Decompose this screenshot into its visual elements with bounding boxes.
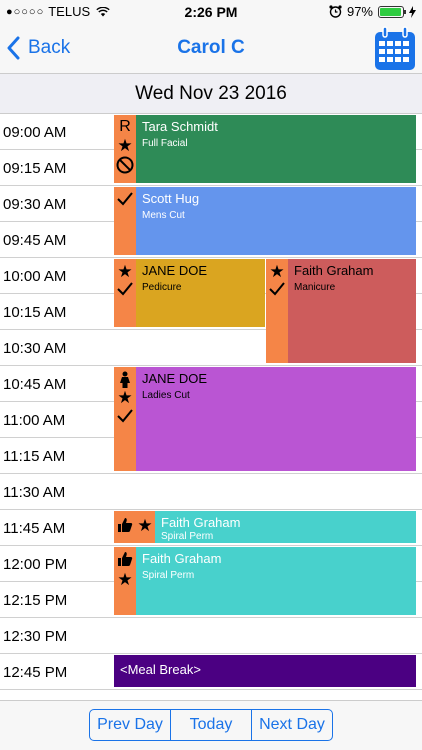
star-icon: ★ bbox=[117, 262, 133, 281]
time-slot-label: 11:45 AM bbox=[3, 520, 66, 537]
appointment-details: <Meal Break> bbox=[114, 655, 416, 687]
appointment-status-icons: ★ bbox=[114, 511, 155, 543]
service-name: Spiral Perm bbox=[161, 531, 214, 542]
service-name: Pedicure bbox=[142, 282, 182, 293]
today-button[interactable]: Today bbox=[170, 710, 251, 740]
time-slot-label: 12:45 PM bbox=[3, 664, 68, 681]
appointment-details: Tara Schmidt Full Facial bbox=[136, 115, 416, 183]
appointment-block[interactable]: R ★ Tara Schmidt Full Facial bbox=[114, 115, 416, 183]
client-name: Faith Graham bbox=[161, 515, 241, 530]
appointment-block[interactable]: Scott Hug Mens Cut bbox=[114, 187, 416, 255]
time-slot-label: 09:00 AM bbox=[3, 124, 67, 141]
service-name: Manicure bbox=[294, 282, 336, 293]
meal-break-block[interactable]: <Meal Break> bbox=[114, 655, 416, 687]
charging-icon bbox=[409, 5, 416, 18]
time-slot-label: 10:15 AM bbox=[3, 304, 67, 321]
date-header: Wed Nov 23 2016 bbox=[0, 74, 422, 114]
star-icon: ★ bbox=[137, 516, 153, 535]
service-name: Mens Cut bbox=[142, 210, 185, 221]
client-name: Faith Graham bbox=[142, 551, 222, 566]
battery-percent: 97% bbox=[346, 4, 373, 19]
time-slot-row[interactable]: 11:30 AM bbox=[0, 474, 422, 510]
appointment-block[interactable]: ★ Faith Graham Spiral Perm bbox=[114, 547, 416, 615]
appointment-block[interactable]: ★ Faith Graham Spiral Perm bbox=[114, 511, 416, 543]
client-name: JANE DOE bbox=[142, 371, 208, 386]
time-slot-label: 11:15 AM bbox=[3, 448, 66, 465]
appointment-status-icons: ★ bbox=[114, 547, 136, 615]
time-slot-label: 12:15 PM bbox=[3, 592, 68, 609]
appointment-status-icons: ★ bbox=[114, 367, 136, 471]
day-navigation-control: Prev Day Today Next Day bbox=[89, 709, 333, 741]
alarm-icon bbox=[329, 5, 342, 18]
appointment-status-icons bbox=[114, 187, 136, 255]
appointment-details: Faith Graham Manicure bbox=[288, 259, 416, 363]
appointment-details: JANE DOE Pedicure bbox=[136, 259, 265, 327]
star-icon: ★ bbox=[117, 388, 133, 407]
time-slot-label: 10:00 AM bbox=[3, 268, 67, 285]
navigation-bar: Back Carol C bbox=[0, 24, 422, 74]
calendar-icon bbox=[375, 26, 415, 70]
star-icon: ★ bbox=[117, 570, 133, 589]
checkmark-icon bbox=[116, 281, 134, 301]
status-right: 97% bbox=[329, 4, 416, 19]
prev-day-button[interactable]: Prev Day bbox=[90, 710, 170, 740]
time-slot-label: 12:30 PM bbox=[3, 628, 68, 645]
appointment-details: JANE DOE Ladies Cut bbox=[136, 367, 416, 471]
appointment-block[interactable]: ★ Faith Graham Manicure bbox=[266, 259, 416, 363]
appointment-status-icons: ★ bbox=[266, 259, 288, 363]
checkmark-icon bbox=[268, 281, 286, 301]
next-day-button[interactable]: Next Day bbox=[251, 710, 332, 740]
time-slot-label: 10:30 AM bbox=[3, 340, 67, 357]
page-title: Carol C bbox=[177, 37, 245, 58]
time-slot-label: 12:00 PM bbox=[3, 556, 68, 573]
battery-level bbox=[380, 7, 402, 16]
client-name: Faith Graham bbox=[294, 263, 374, 278]
calendar-button[interactable] bbox=[374, 26, 416, 77]
no-show-icon bbox=[116, 156, 134, 178]
service-name: Spiral Perm bbox=[142, 570, 195, 581]
client-name: Scott Hug bbox=[142, 191, 200, 206]
time-slot-label: 09:15 AM bbox=[3, 160, 67, 177]
appointment-status-icons: R ★ bbox=[114, 115, 136, 183]
time-slot-row[interactable]: 12:30 PM bbox=[0, 618, 422, 654]
service-name: Full Facial bbox=[142, 138, 188, 149]
appointment-block[interactable]: ★ JANE DOE Ladies Cut bbox=[114, 367, 416, 471]
time-slot-label: 11:00 AM bbox=[3, 412, 66, 429]
client-name: Tara Schmidt bbox=[142, 119, 218, 134]
appointment-status-icons: ★ bbox=[114, 259, 136, 327]
appointment-details: Scott Hug Mens Cut bbox=[136, 187, 416, 255]
checkmark-icon bbox=[116, 408, 134, 428]
status-bar: ●○○○○ TELUS 2:26 PM 97% bbox=[0, 0, 422, 24]
thumbs-up-icon bbox=[116, 551, 134, 571]
appointment-details: Faith Graham Spiral Perm bbox=[136, 547, 416, 615]
appointment-block[interactable]: ★ JANE DOE Pedicure bbox=[114, 259, 265, 327]
star-icon: ★ bbox=[117, 136, 133, 155]
request-indicator: R bbox=[119, 118, 131, 135]
service-name: Ladies Cut bbox=[142, 390, 190, 401]
thumbs-up-icon bbox=[116, 517, 134, 537]
time-slot-label: 09:45 AM bbox=[3, 232, 67, 249]
footer-toolbar: Prev Day Today Next Day bbox=[0, 700, 422, 750]
time-slot-label: 10:45 AM bbox=[3, 376, 67, 393]
battery-icon bbox=[378, 5, 406, 18]
time-slot-label: 11:30 AM bbox=[3, 484, 66, 501]
client-name: JANE DOE bbox=[142, 263, 208, 278]
checkmark-icon bbox=[116, 191, 134, 211]
appointment-details: Faith Graham Spiral Perm bbox=[155, 511, 416, 543]
time-slot-label: 09:30 AM bbox=[3, 196, 67, 213]
client-name: <Meal Break> bbox=[120, 662, 201, 677]
schedule-grid[interactable]: 09:00 AM 09:15 AM 09:30 AM 09:45 AM 10:00 AM… bbox=[0, 114, 422, 690]
star-icon: ★ bbox=[269, 262, 285, 281]
